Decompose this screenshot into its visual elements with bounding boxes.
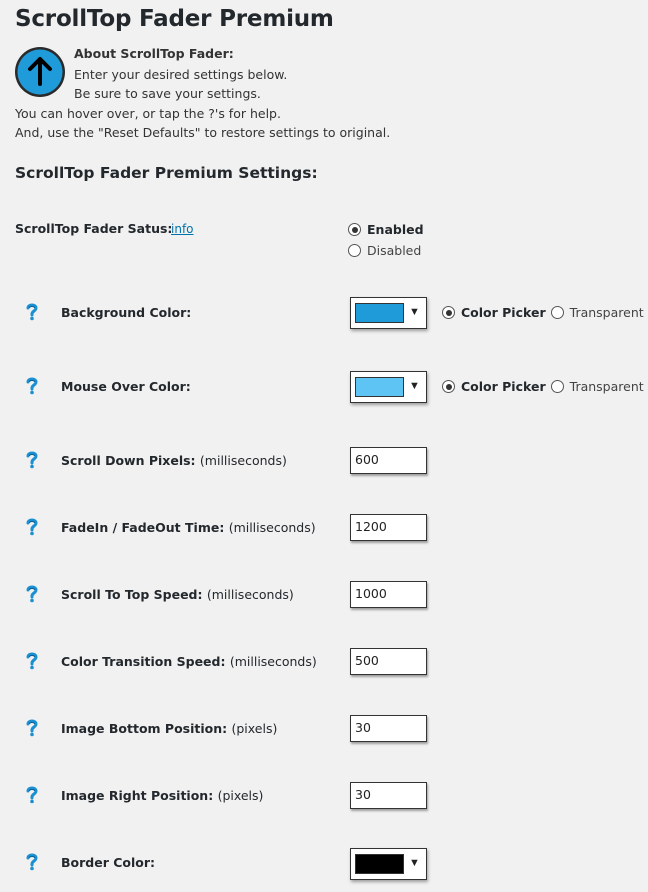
about-line: Enter your desired settings below. [74,67,288,82]
question-mark-icon[interactable] [25,719,39,737]
image-right-position-label: Image Right Position: (pixels) [61,788,264,803]
mouse-over-color-select[interactable]: ▼ [350,371,427,403]
question-mark-icon[interactable] [25,652,39,670]
border-color-label: Border Color: [61,855,156,870]
radio-disabled[interactable] [348,244,361,257]
dropdown-arrow-icon: ▼ [409,380,420,392]
question-mark-icon[interactable] [25,451,39,469]
radio-label: Disabled [367,243,422,258]
question-mark-icon[interactable] [25,585,39,603]
color-picker-radio[interactable] [442,306,455,319]
background-color-label: Background Color: [61,305,192,320]
color-picker-label: Color Picker [461,305,546,320]
transparent-label: Transparent [569,379,644,394]
color-transition-speed-label: Color Transition Speed: (milliseconds) [61,654,317,669]
transparent-radio[interactable] [550,380,564,393]
mouse-over-color-mode[interactable]: Color Picker Transparent [442,379,644,394]
question-mark-icon[interactable] [25,853,39,871]
background-color-mode[interactable]: Color Picker Transparent [442,305,644,320]
status-enabled-option[interactable]: Enabled [348,222,424,237]
radio-label: Enabled [367,222,424,237]
color-swatch [355,854,404,874]
scroll-to-top-speed-input[interactable]: 1000 [350,581,427,608]
transparent-label: Transparent [569,305,644,320]
mouse-over-color-label: Mouse Over Color: [61,379,191,394]
fade-time-input[interactable]: 1200 [350,514,427,541]
scroll-down-pixels-label: Scroll Down Pixels: (milliseconds) [61,453,287,468]
page-title: ScrollTop Fader Premium [15,6,334,32]
color-swatch [355,303,404,323]
color-swatch [355,377,404,397]
dropdown-arrow-icon: ▼ [409,306,420,318]
color-transition-speed-input[interactable]: 500 [350,648,427,675]
question-mark-icon[interactable] [25,518,39,536]
color-picker-radio[interactable] [442,380,455,393]
question-mark-icon[interactable] [25,786,39,804]
about-line: Be sure to save your settings. [74,86,261,101]
color-picker-label: Color Picker [461,379,546,394]
transparent-radio[interactable] [550,306,564,319]
arrow-up-circle-icon [15,47,65,97]
about-heading: About ScrollTop Fader: [74,46,234,61]
status-disabled-option[interactable]: Disabled [348,243,421,258]
info-link[interactable]: info [171,222,194,236]
image-bottom-position-label: Image Bottom Position: (pixels) [61,721,278,736]
question-mark-icon[interactable] [25,377,39,395]
settings-heading: ScrollTop Fader Premium Settings: [15,164,318,182]
dropdown-arrow-icon: ▼ [409,857,420,869]
scroll-down-pixels-input[interactable]: 600 [350,447,427,474]
scroll-to-top-speed-label: Scroll To Top Speed: (milliseconds) [61,587,294,602]
status-label: ScrollTop Fader Satus: [15,221,173,236]
about-line: You can hover over, or tap the ?'s for h… [15,106,281,121]
border-color-select[interactable]: ▼ [350,848,427,880]
about-line: And, use the "Reset Defaults" to restore… [15,125,391,140]
image-bottom-position-input[interactable]: 30 [350,715,427,742]
fade-time-label: FadeIn / FadeOut Time: (milliseconds) [61,520,316,535]
image-right-position-input[interactable]: 30 [350,782,427,809]
radio-enabled[interactable] [348,223,361,236]
question-mark-icon[interactable] [25,303,39,321]
background-color-select[interactable]: ▼ [350,297,427,329]
